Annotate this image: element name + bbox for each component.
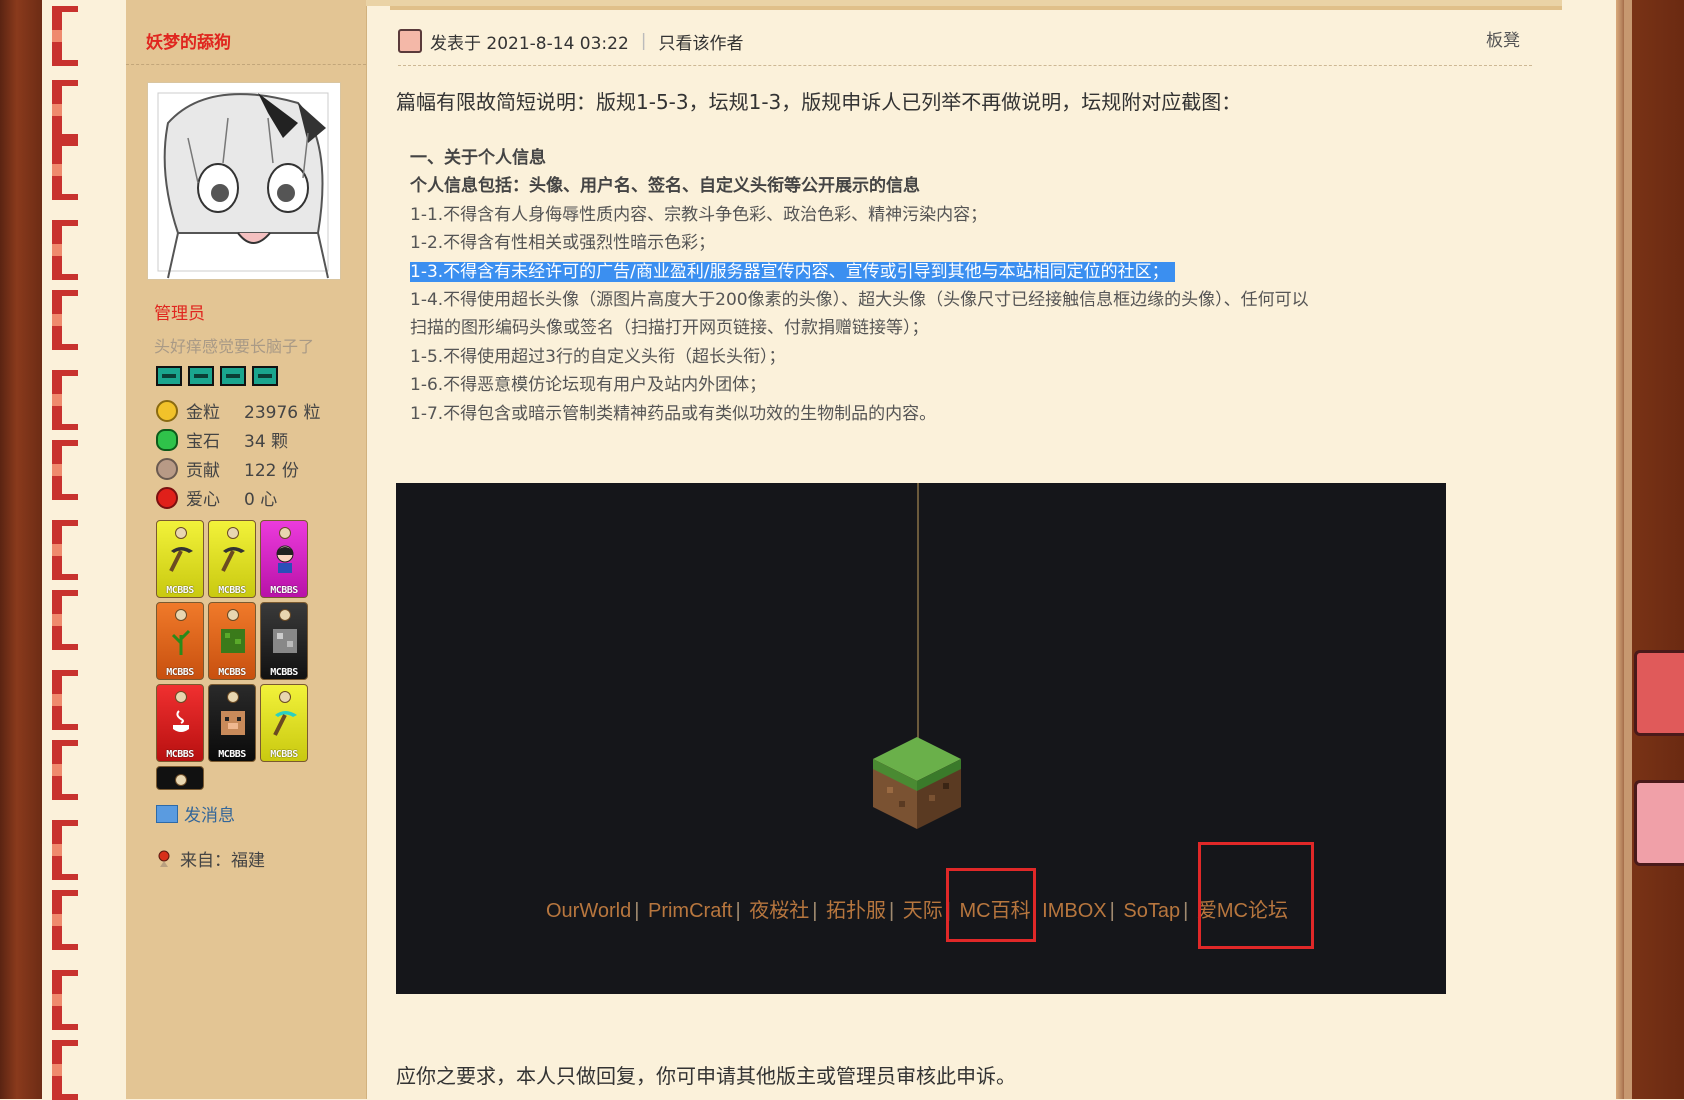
location: 来自：福建 (156, 846, 265, 871)
rank-star-icon (220, 366, 246, 386)
link-tuopufu[interactable]: 拓扑服 (826, 900, 886, 922)
medal-leaves-icon[interactable]: MCBBS (208, 602, 256, 680)
location-label: 来自：福建 (180, 851, 265, 871)
rule-1-5: 1-5.不得使用超过3行的自定义头衔（超长头衔）； (410, 346, 786, 367)
rule-1-7: 1-7.不得包含或暗示管制类精神药品或有类似功效的生物制品的内容。 (410, 403, 937, 424)
only-author-link[interactable]: 只看该作者 (659, 29, 744, 54)
evidence-screenshot[interactable]: OurWorld | PrimCraft | 夜桜社 | 拓扑服 | 天际 | MC百科 … (396, 483, 1446, 994)
stat-value: 122 份 (244, 461, 299, 481)
rule-1-6: 1-6.不得恶意模仿论坛现有用户及站内外团体； (410, 375, 767, 396)
stat-label: 爱心 (186, 490, 220, 510)
rule-1-2: 1-2.不得含有性相关或强烈性暗示色彩； (410, 233, 716, 254)
right-frame-border (1616, 0, 1684, 1099)
post-header: 发表于 2021-8-14 03:22 | 只看该作者 (398, 26, 744, 56)
link-ourworld[interactable]: OurWorld (546, 900, 631, 922)
apple-heart-icon (156, 486, 178, 509)
left-frame-border (0, 0, 42, 1099)
separator: | (640, 31, 647, 51)
link-primcraft[interactable]: PrimCraft (648, 900, 732, 922)
medal-pig-icon[interactable]: MCBBS (208, 684, 256, 762)
avatar[interactable] (147, 82, 341, 280)
rules-subheading: 个人信息包括：头像、用户名、签名、自定义头衔等公开展示的信息 (410, 176, 920, 197)
highlight-box-aimc (1198, 842, 1314, 949)
rule-1-4-line2: 扫描的图形编码头像或签名（扫描打开网页链接、付款捐赠链接等）； (410, 318, 929, 339)
rule-1-1: 1-1.不得含有人身侮辱性质内容、宗教斗争色彩、政治色彩、精神污染内容； (410, 204, 988, 225)
rank-star-icon (188, 366, 214, 386)
location-pin-icon (158, 850, 170, 867)
send-message-link[interactable]: 发消息 (156, 801, 235, 826)
post-top-border-inner (390, 6, 1562, 10)
floor-number[interactable]: 板凳 (1486, 26, 1520, 51)
rule-1-3-highlighted: 1-3.不得含有未经许可的广告/商业盈利/服务器宣传内容、宣传或引导到其他与本站… (410, 261, 1175, 282)
user-group-label[interactable]: 管理员 (154, 299, 205, 324)
medal-java-icon[interactable]: MCBBS (156, 684, 204, 762)
medal-avatar-icon[interactable]: MCBBS (260, 520, 308, 598)
medal-pickaxe-icon[interactable]: MCBBS (208, 520, 256, 598)
envelope-icon (156, 804, 178, 823)
stat-value: 0 心 (244, 490, 278, 510)
stat-label: 贡献 (186, 461, 220, 481)
link-tianji[interactable]: 天际 (903, 900, 943, 922)
stat-love: 爱心 0 心 (156, 485, 277, 510)
rank-star-icon (252, 366, 278, 386)
grass-block-icon (873, 737, 961, 829)
contribution-icon (156, 457, 178, 480)
stat-label: 宝石 (186, 432, 220, 452)
stat-value: 23976 粒 (244, 403, 321, 423)
medal-pickaxe-icon[interactable]: MCBBS (156, 520, 204, 598)
post-intro: 篇幅有限故简短说明：版规1-5-3，坛规1-3，版规申诉人已列举不再做说明，坛规… (396, 90, 1242, 114)
send-message-label: 发消息 (184, 806, 235, 826)
hanging-rope (917, 483, 919, 745)
rank-stars (156, 366, 278, 386)
stat-value: 34 颗 (244, 432, 289, 452)
rule-1-4-line1: 1-4.不得使用超长头像（源图片高度大于200像素的头像）、超大头像（头像尺寸已… (410, 290, 1309, 311)
stat-contribution: 贡献 122 份 (156, 456, 299, 481)
link-sotap[interactable]: SoTap (1123, 900, 1180, 922)
online-status-icon (398, 29, 422, 53)
divider (126, 64, 366, 65)
rules-quote: 一、关于个人信息 个人信息包括：头像、用户名、签名、自定义头衔等公开展示的信息 … (410, 144, 1309, 428)
stat-gem: 宝石 34 颗 (156, 427, 288, 452)
side-float-button-top[interactable] (1634, 650, 1684, 736)
gold-nugget-icon (156, 399, 178, 422)
rules-heading: 一、关于个人信息 (410, 148, 546, 168)
stat-label: 金粒 (186, 403, 220, 423)
author-sidebar: 妖梦的舔狗 管理员 头好痒感觉要长脑子了 金粒 23976 粒 宝石 34 颗 … (126, 0, 367, 1099)
author-name[interactable]: 妖梦的舔狗 (146, 28, 231, 53)
medal-diamond-pickaxe-icon[interactable]: MCBBS (260, 684, 308, 762)
medal-sapling-icon[interactable]: MCBBS (156, 602, 204, 680)
emerald-icon (156, 428, 178, 451)
highlight-box-mcmod (946, 868, 1036, 942)
post-time: 发表于 2021-8-14 03:22 (430, 33, 629, 54)
custom-title: 头好痒感觉要长脑子了 (154, 337, 315, 356)
link-yeyingshe[interactable]: 夜桜社 (749, 900, 809, 922)
medal-cobweb-icon[interactable]: MCBBS (260, 602, 308, 680)
stat-gold: 金粒 23976 粒 (156, 398, 320, 423)
header-divider (398, 65, 1532, 66)
rank-star-icon (156, 366, 182, 386)
link-imbox[interactable]: IMBOX (1042, 900, 1106, 922)
friend-links-row: OurWorld | PrimCraft | 夜桜社 | 拓扑服 | 天际 | MC百科 … (546, 900, 1288, 922)
post-conclusion: 应你之要求，本人只做回复，你可申请其他版主或管理员审核此申诉。 (396, 1064, 1016, 1088)
side-float-button-bottom[interactable] (1634, 780, 1684, 866)
medal-partial-icon[interactable] (156, 766, 204, 790)
chain-border-decoration (42, 0, 126, 1100)
